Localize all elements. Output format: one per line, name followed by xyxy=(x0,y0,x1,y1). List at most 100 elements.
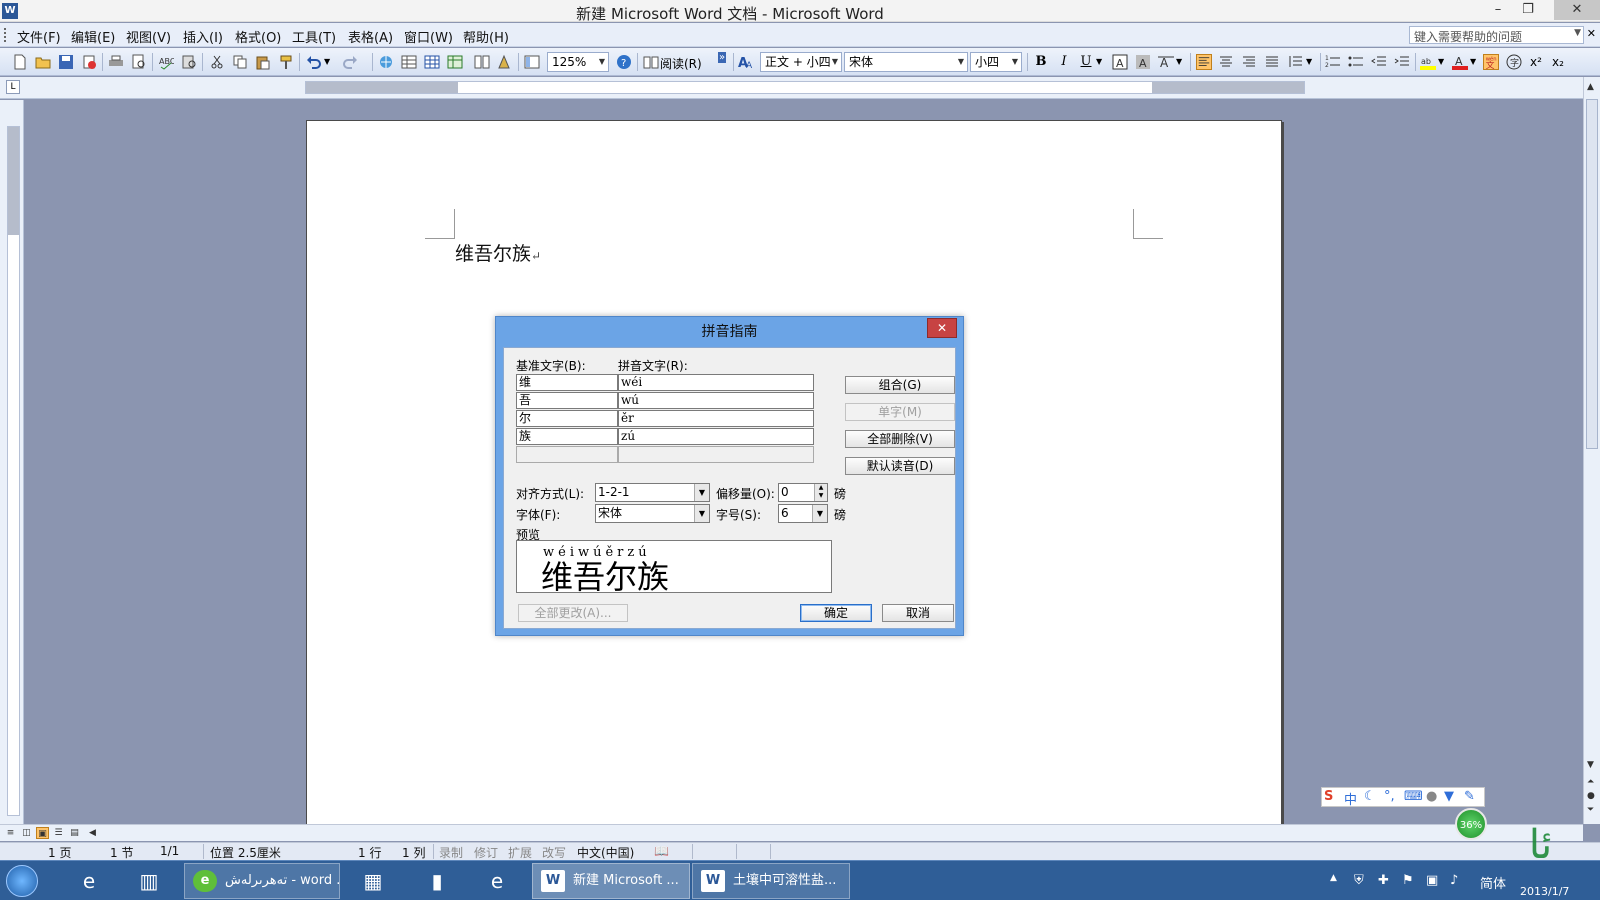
subscript-icon[interactable]: x₂ xyxy=(1552,55,1564,69)
drawing-icon[interactable] xyxy=(497,54,513,70)
security-shield-icon[interactable]: ⛨ xyxy=(1354,873,1364,888)
columns-icon[interactable] xyxy=(474,54,490,70)
status-extend[interactable]: 扩展 xyxy=(508,844,532,861)
previous-page-icon[interactable]: ⏶ xyxy=(1587,777,1594,787)
tab-selector-icon[interactable]: L xyxy=(6,80,20,94)
tray-app-icon[interactable]: ✚ xyxy=(1378,873,1389,888)
decrease-indent-icon[interactable] xyxy=(1371,54,1387,70)
ruby-font-select[interactable]: 宋体 ▼ xyxy=(595,504,710,523)
vertical-scrollbar[interactable]: ▲ ▼ ⏶ ● ⏷ xyxy=(1583,77,1600,824)
save-icon[interactable] xyxy=(58,54,74,70)
scroll-down-icon[interactable]: ▼ xyxy=(1587,760,1594,770)
document-map-icon[interactable] xyxy=(524,54,540,70)
ruby-cell-3[interactable]: ěr xyxy=(618,410,814,427)
numbering-icon[interactable]: 12 xyxy=(1325,54,1341,70)
line-spacing-icon[interactable] xyxy=(1287,54,1303,70)
network-icon[interactable]: ▣ xyxy=(1426,873,1438,888)
offset-input[interactable]: 0 ▲ ▼ xyxy=(778,483,828,502)
chevron-down-icon[interactable]: ▼ xyxy=(694,505,709,522)
undo-icon[interactable] xyxy=(306,54,322,70)
research-icon[interactable] xyxy=(181,54,197,70)
single-char-button[interactable]: 单字(M) xyxy=(845,403,955,421)
zoom-select[interactable]: 125% ▼ xyxy=(547,52,609,72)
close-button[interactable]: ✕ xyxy=(1554,0,1600,20)
character-scaling-icon[interactable]: A xyxy=(1158,54,1174,70)
scroll-up-icon[interactable]: ▲ xyxy=(1587,82,1594,92)
underline-dropdown-icon[interactable]: ▼ xyxy=(1096,57,1102,66)
start-button[interactable] xyxy=(6,865,38,897)
menu-insert[interactable]: 插入(I) xyxy=(183,27,223,46)
calculator-icon[interactable]: ▦ xyxy=(350,864,396,898)
next-page-icon[interactable]: ⏷ xyxy=(1587,805,1594,815)
read-mode-button[interactable]: 阅读(R) xyxy=(660,55,702,72)
chevron-down-icon[interactable]: ▼ xyxy=(596,53,608,71)
copy-icon[interactable] xyxy=(232,54,248,70)
insert-table-icon[interactable] xyxy=(424,54,440,70)
tools-wrench-icon[interactable]: ✎ xyxy=(1464,789,1475,804)
sogou-logo-icon[interactable]: S xyxy=(1324,789,1333,804)
read-book-icon[interactable] xyxy=(643,54,659,70)
scaling-dropdown-icon[interactable]: ▼ xyxy=(1176,57,1182,66)
vertical-ruler-strip[interactable] xyxy=(7,126,20,816)
base-cell-4[interactable]: 族 xyxy=(516,428,618,445)
menu-view[interactable]: 视图(V) xyxy=(126,27,171,46)
enclose-characters-icon[interactable]: 字 xyxy=(1506,54,1522,70)
reading-view-icon[interactable]: ▤ xyxy=(68,827,81,839)
status-overtype[interactable]: 改写 xyxy=(542,844,566,861)
ruby-cell-1[interactable]: wéi xyxy=(618,374,814,391)
explorer-icon[interactable]: ▥ xyxy=(126,864,172,898)
help-icon[interactable]: ? xyxy=(616,54,632,70)
change-all-button[interactable]: 全部更改(A)... xyxy=(518,604,628,622)
default-reading-button[interactable]: 默认读音(D) xyxy=(845,457,955,475)
chevron-down-icon[interactable]: ▼ xyxy=(1574,28,1581,38)
web-view-icon[interactable]: ◫ xyxy=(20,827,33,839)
format-painter-icon[interactable] xyxy=(278,54,294,70)
menu-file[interactable]: 文件(F) xyxy=(17,27,61,46)
print-layout-icon[interactable]: ▣ xyxy=(36,827,49,839)
task-word-soil[interactable]: W 土壤中可溶性盐... xyxy=(692,863,850,899)
menu-format[interactable]: 格式(O) xyxy=(235,27,281,46)
alignment-select[interactable]: 1-2-1 ▼ xyxy=(595,483,710,502)
menu-edit[interactable]: 编辑(E) xyxy=(71,27,115,46)
justify-left-icon[interactable] xyxy=(1196,54,1212,70)
spelling-status-icon[interactable]: 📖 xyxy=(654,844,669,858)
clear-all-button[interactable]: 全部删除(V) xyxy=(845,430,955,448)
ruby-cell-4[interactable]: zú xyxy=(618,428,814,445)
menu-window[interactable]: 窗口(W) xyxy=(404,27,453,46)
keyboard-icon[interactable]: ⌨ xyxy=(1404,789,1423,804)
offset-spinner[interactable]: ▲ ▼ xyxy=(814,484,827,501)
font-size-select[interactable]: 小四 ▼ xyxy=(970,52,1022,72)
combine-button[interactable]: 组合(G) xyxy=(845,376,955,394)
new-document-icon[interactable] xyxy=(12,54,28,70)
bullets-icon[interactable] xyxy=(1348,54,1364,70)
permission-icon[interactable] xyxy=(81,54,97,70)
browse-object-icon[interactable]: ● xyxy=(1587,791,1595,801)
highlight-dropdown-icon[interactable]: ▼ xyxy=(1438,57,1444,66)
status-record[interactable]: 录制 xyxy=(439,844,463,861)
flag-icon[interactable]: ⚑ xyxy=(1402,873,1414,888)
chevron-down-icon[interactable]: ▼ xyxy=(1009,53,1021,71)
task-browser[interactable]: e تەھرىرلەش - word ... xyxy=(184,863,340,899)
insert-excel-icon[interactable] xyxy=(447,54,463,70)
ruby-size-select[interactable]: 6 ▼ xyxy=(778,504,828,523)
volume-icon[interactable]: ♪ xyxy=(1450,873,1458,888)
ok-button[interactable]: 确定 xyxy=(800,604,872,622)
cancel-button[interactable]: 取消 xyxy=(882,604,954,622)
style-select[interactable]: 正文 + 小四 ▼ xyxy=(760,52,842,72)
chevron-down-icon[interactable]: ▼ xyxy=(955,53,967,71)
document-close-icon[interactable]: ✕ xyxy=(1587,27,1596,40)
minimize-button[interactable]: – xyxy=(1484,0,1512,20)
open-folder-icon[interactable] xyxy=(35,54,51,70)
align-right-icon[interactable] xyxy=(1241,54,1257,70)
dialog-close-button[interactable]: ✕ xyxy=(927,318,957,338)
underline-button[interactable]: U xyxy=(1077,53,1095,71)
chevron-down-icon[interactable]: ▼ xyxy=(694,484,709,501)
spelling-icon[interactable]: ABC xyxy=(158,54,174,70)
character-border-icon[interactable]: A xyxy=(1112,54,1128,70)
ruby-cell-5[interactable] xyxy=(618,446,814,463)
italic-button[interactable]: I xyxy=(1055,53,1073,71)
print-icon[interactable] xyxy=(108,54,124,70)
horizontal-scrollbar[interactable]: ≡ ◫ ▣ ☰ ▤ ◀ xyxy=(0,824,1583,841)
bold-button[interactable]: B xyxy=(1032,53,1050,71)
phonetic-guide-icon[interactable]: wén文 xyxy=(1483,54,1499,70)
